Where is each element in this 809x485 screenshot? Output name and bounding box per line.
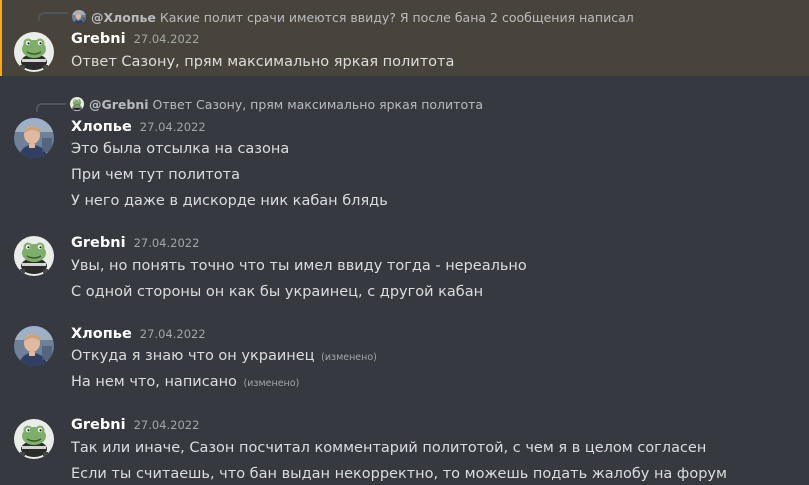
message-header: Grebni 27.04.2022 <box>71 235 199 255</box>
message-text: При чем тут политота <box>71 167 240 183</box>
frog-avatar[interactable] <box>14 236 54 276</box>
message-text: У него даже в дискорде ник кабан блядь <box>71 193 388 209</box>
message-text: Ответ Сазону, прям максимально яркая пол… <box>71 54 455 70</box>
human-avatar[interactable] <box>14 118 54 158</box>
message-text: Увы, но понять точно что ты имел ввиду т… <box>71 258 527 274</box>
message-header: Хлопье 27.04.2022 <box>71 326 206 346</box>
frog-avatar-icon <box>70 97 84 111</box>
reply-preview[interactable]: @Хлопье Какие полит срачи имеются ввиду?… <box>72 9 634 25</box>
message-text: Если ты считаешь, что бан выдан некоррек… <box>71 466 727 482</box>
human-avatar-icon <box>72 10 86 24</box>
message-text: На нем что, написано <box>71 374 237 390</box>
reply-text[interactable]: Какие полит срачи имеются ввиду? Я после… <box>160 10 634 25</box>
message-group[interactable]: @Хлопье Какие полит срачи имеются ввиду?… <box>0 0 809 76</box>
timestamp: 27.04.2022 <box>133 418 200 432</box>
message-header: Grebni 27.04.2022 <box>71 31 199 51</box>
reply-connector <box>38 12 68 21</box>
human-avatar[interactable] <box>14 326 54 366</box>
timestamp: 27.04.2022 <box>133 32 200 46</box>
message-text-row: На нем что, написано (изменено) <box>71 374 299 390</box>
message-group[interactable]: @Grebni Ответ Сазону, прям максимально я… <box>0 90 809 220</box>
reply-author[interactable]: @Хлопье <box>91 10 156 25</box>
message-header: Grebni 27.04.2022 <box>71 417 199 437</box>
reply-connector <box>36 103 66 112</box>
message-header: Хлопье 27.04.2022 <box>71 119 206 139</box>
message-group[interactable]: Grebni 27.04.2022 Так или иначе, Сазон п… <box>0 410 809 485</box>
reply-author[interactable]: @Grebni <box>89 97 149 112</box>
author-name[interactable]: Grebni <box>71 31 126 47</box>
message-group[interactable]: Grebni 27.04.2022 Увы, но понять точно ч… <box>0 230 809 310</box>
message-text-row: Откуда я знаю что он украинец (изменено) <box>71 348 377 364</box>
frog-avatar[interactable] <box>14 32 54 72</box>
timestamp: 27.04.2022 <box>139 120 206 134</box>
chat-message-list[interactable]: @Хлопье Какие полит срачи имеются ввиду?… <box>0 0 809 485</box>
message-text: Так или иначе, Сазон посчитал комментари… <box>71 440 707 456</box>
timestamp: 27.04.2022 <box>139 327 206 341</box>
timestamp: 27.04.2022 <box>133 236 200 250</box>
message-text: Это была отсылка на сазона <box>71 141 290 157</box>
frog-avatar[interactable] <box>14 419 54 459</box>
author-name[interactable]: Grebni <box>71 235 126 251</box>
author-name[interactable]: Grebni <box>71 417 126 433</box>
edited-label[interactable]: (изменено) <box>244 378 300 389</box>
message-text: Откуда я знаю что он украинец <box>71 348 315 364</box>
message-text: С одной стороны он как бы украинец, с др… <box>71 284 484 300</box>
author-name[interactable]: Хлопье <box>71 326 132 342</box>
reply-preview[interactable]: @Grebni Ответ Сазону, прям максимально я… <box>70 96 483 112</box>
message-group[interactable]: Хлопье 27.04.2022 Откуда я знаю что он у… <box>0 320 809 400</box>
author-name[interactable]: Хлопье <box>71 119 132 135</box>
reply-text[interactable]: Ответ Сазону, прям максимально яркая пол… <box>153 97 484 112</box>
edited-label[interactable]: (изменено) <box>321 352 377 363</box>
